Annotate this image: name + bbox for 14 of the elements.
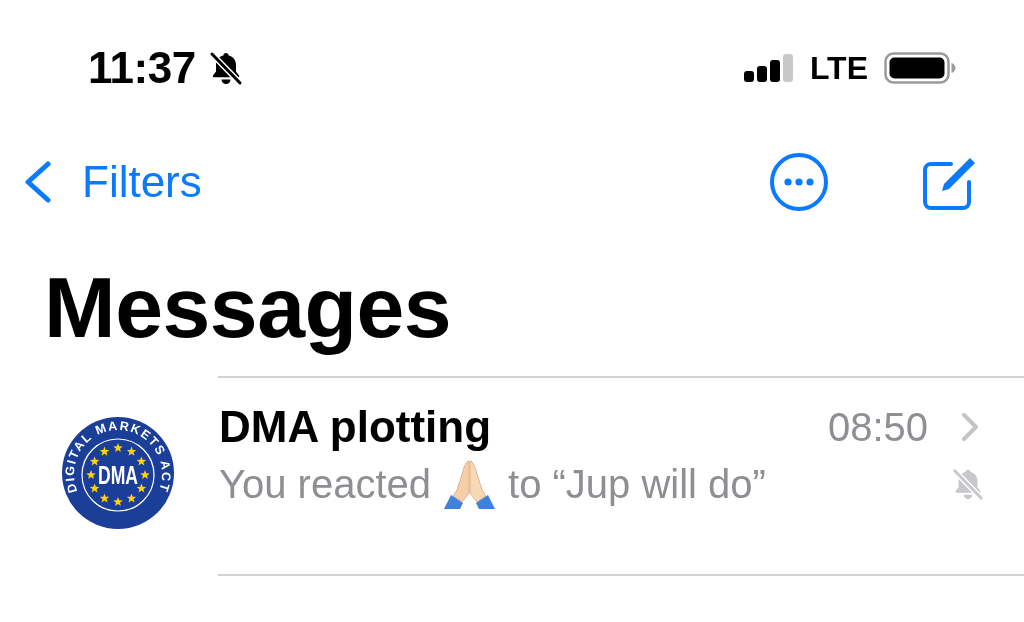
back-button[interactable]: Filters [24,157,202,207]
message-preview: You reacted [219,461,432,508]
signal-bars-icon [743,54,794,82]
network-label: LTE [809,50,868,86]
battery-icon [884,52,956,84]
more-button[interactable] [770,153,828,211]
ellipsis-circle-icon [770,153,828,211]
chevron-right-icon [960,411,980,443]
page-title: Messages [44,258,452,357]
message-preview: to “Jup will do” [508,461,766,508]
contact-name: DMA plotting [219,405,492,449]
status-time: 11:37 [88,46,196,90]
message-time: 08:50 [827,405,928,449]
back-chevron-icon [24,161,52,203]
